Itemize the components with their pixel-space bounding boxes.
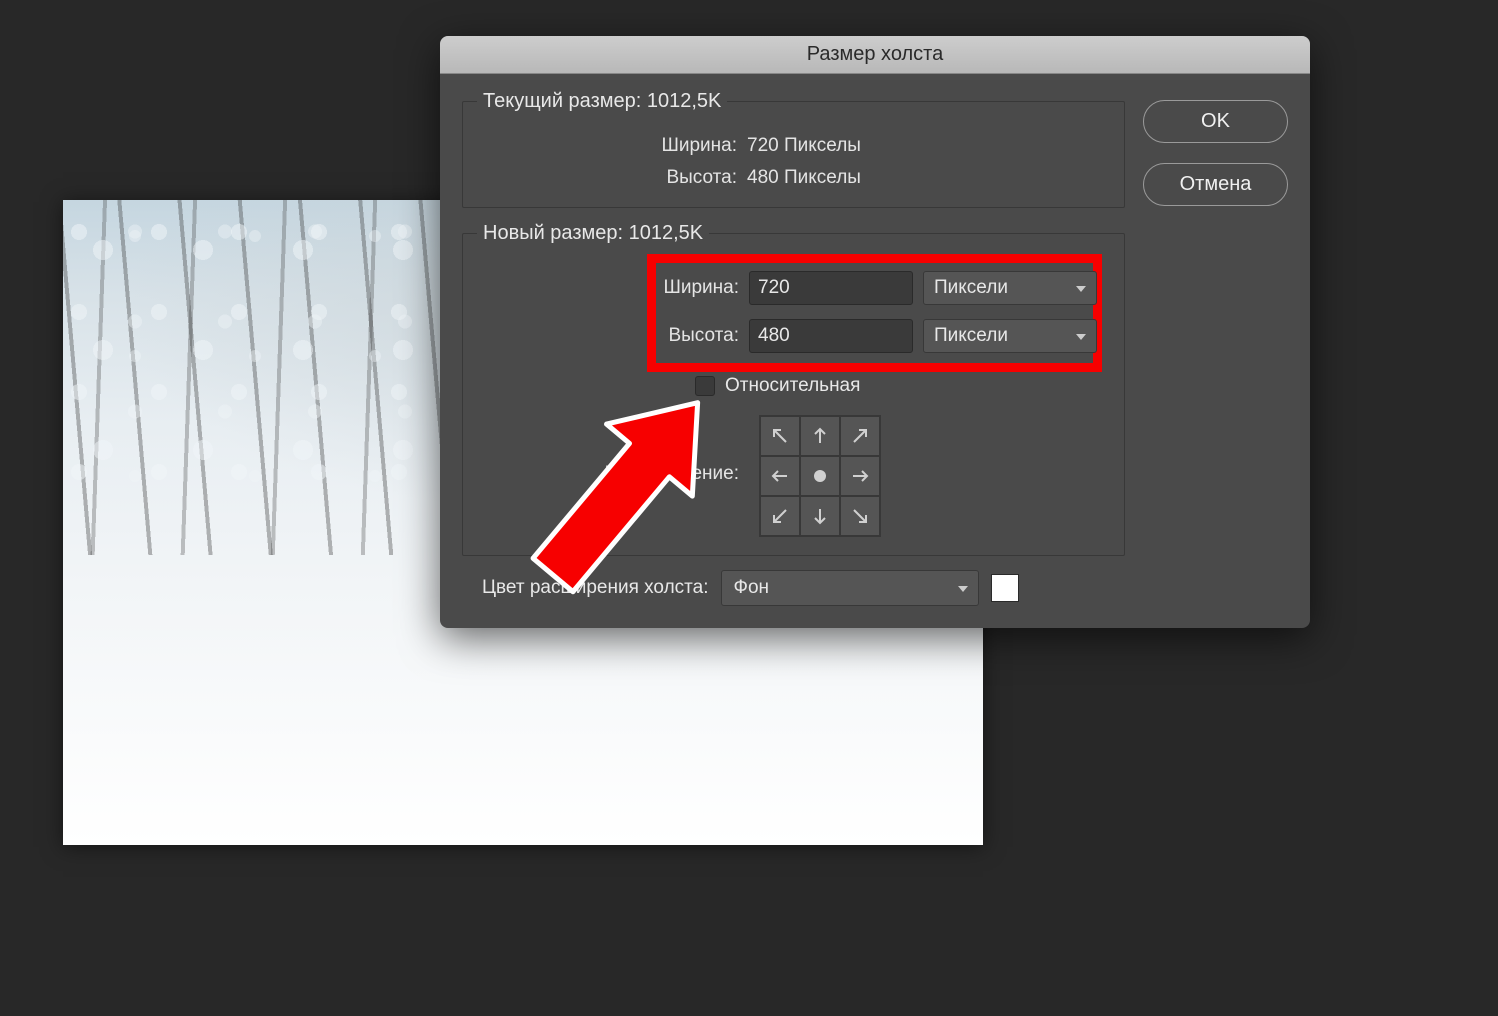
anchor-top[interactable] — [800, 416, 840, 456]
arrow-se-icon — [850, 506, 870, 526]
current-width-row: Ширина: 720 Пикселы — [477, 135, 1110, 157]
anchor-row: Расположение: — [477, 415, 1110, 537]
anchor-right[interactable] — [840, 456, 880, 496]
anchor-left[interactable] — [760, 456, 800, 496]
arrow-s-icon — [810, 506, 830, 526]
anchor-grid — [759, 415, 881, 537]
dialog-title[interactable]: Размер холста — [440, 36, 1310, 74]
arrow-ne-icon — [850, 426, 870, 446]
new-size-legend: Новый размер: 1012,5K — [477, 222, 709, 245]
arrow-w-icon — [770, 466, 790, 486]
dialog-body: Текущий размер: 1012,5K Ширина: 720 Пикс… — [440, 74, 1310, 628]
new-size-fieldset: Новый размер: 1012,5K Ширина: Пиксели Вы… — [462, 222, 1125, 556]
new-width-unit-dropdown[interactable]: Пиксели — [923, 271, 1097, 305]
relative-label: Относительная — [725, 375, 860, 397]
current-height-label: Высота: — [477, 167, 747, 189]
dialog-right-column: OK Отмена — [1143, 90, 1288, 606]
current-height-row: Высота: 480 Пикселы — [477, 167, 1110, 189]
anchor-bottom[interactable] — [800, 496, 840, 536]
anchor-bottom-right[interactable] — [840, 496, 880, 536]
extension-color-label: Цвет расширения холста: — [482, 577, 709, 599]
arrow-n-icon — [810, 426, 830, 446]
relative-checkbox-row: Относительная — [695, 375, 1110, 397]
arrow-e-icon — [850, 466, 870, 486]
canvas-size-dialog: Размер холста Текущий размер: 1012,5K Ши… — [440, 36, 1310, 628]
anchor-label: Расположение: — [477, 415, 739, 485]
arrow-nw-icon — [770, 426, 790, 446]
new-height-input[interactable] — [749, 319, 913, 353]
new-height-unit-dropdown[interactable]: Пиксели — [923, 319, 1097, 353]
current-size-fieldset: Текущий размер: 1012,5K Ширина: 720 Пикс… — [462, 90, 1125, 208]
extension-color-swatch[interactable] — [991, 574, 1019, 602]
current-height-value: 480 Пикселы — [747, 167, 861, 189]
extension-color-dropdown[interactable]: Фон — [721, 570, 979, 606]
extension-color-row: Цвет расширения холста: Фон — [462, 570, 1125, 606]
anchor-center[interactable] — [800, 456, 840, 496]
dialog-left-column: Текущий размер: 1012,5K Ширина: 720 Пикс… — [462, 90, 1125, 606]
current-size-legend: Текущий размер: 1012,5K — [477, 90, 727, 113]
anchor-top-right[interactable] — [840, 416, 880, 456]
new-width-row: Ширина: Пиксели — [477, 271, 1110, 305]
current-width-value: 720 Пикселы — [747, 135, 861, 157]
relative-checkbox[interactable] — [695, 376, 715, 396]
current-width-label: Ширина: — [477, 135, 747, 157]
arrow-sw-icon — [770, 506, 790, 526]
anchor-top-left[interactable] — [760, 416, 800, 456]
ok-button[interactable]: OK — [1143, 100, 1288, 143]
anchor-bottom-left[interactable] — [760, 496, 800, 536]
new-height-label: Высота: — [477, 325, 739, 347]
cancel-button[interactable]: Отмена — [1143, 163, 1288, 206]
new-width-input[interactable] — [749, 271, 913, 305]
new-width-label: Ширина: — [477, 277, 739, 299]
new-height-row: Высота: Пиксели — [477, 319, 1110, 353]
